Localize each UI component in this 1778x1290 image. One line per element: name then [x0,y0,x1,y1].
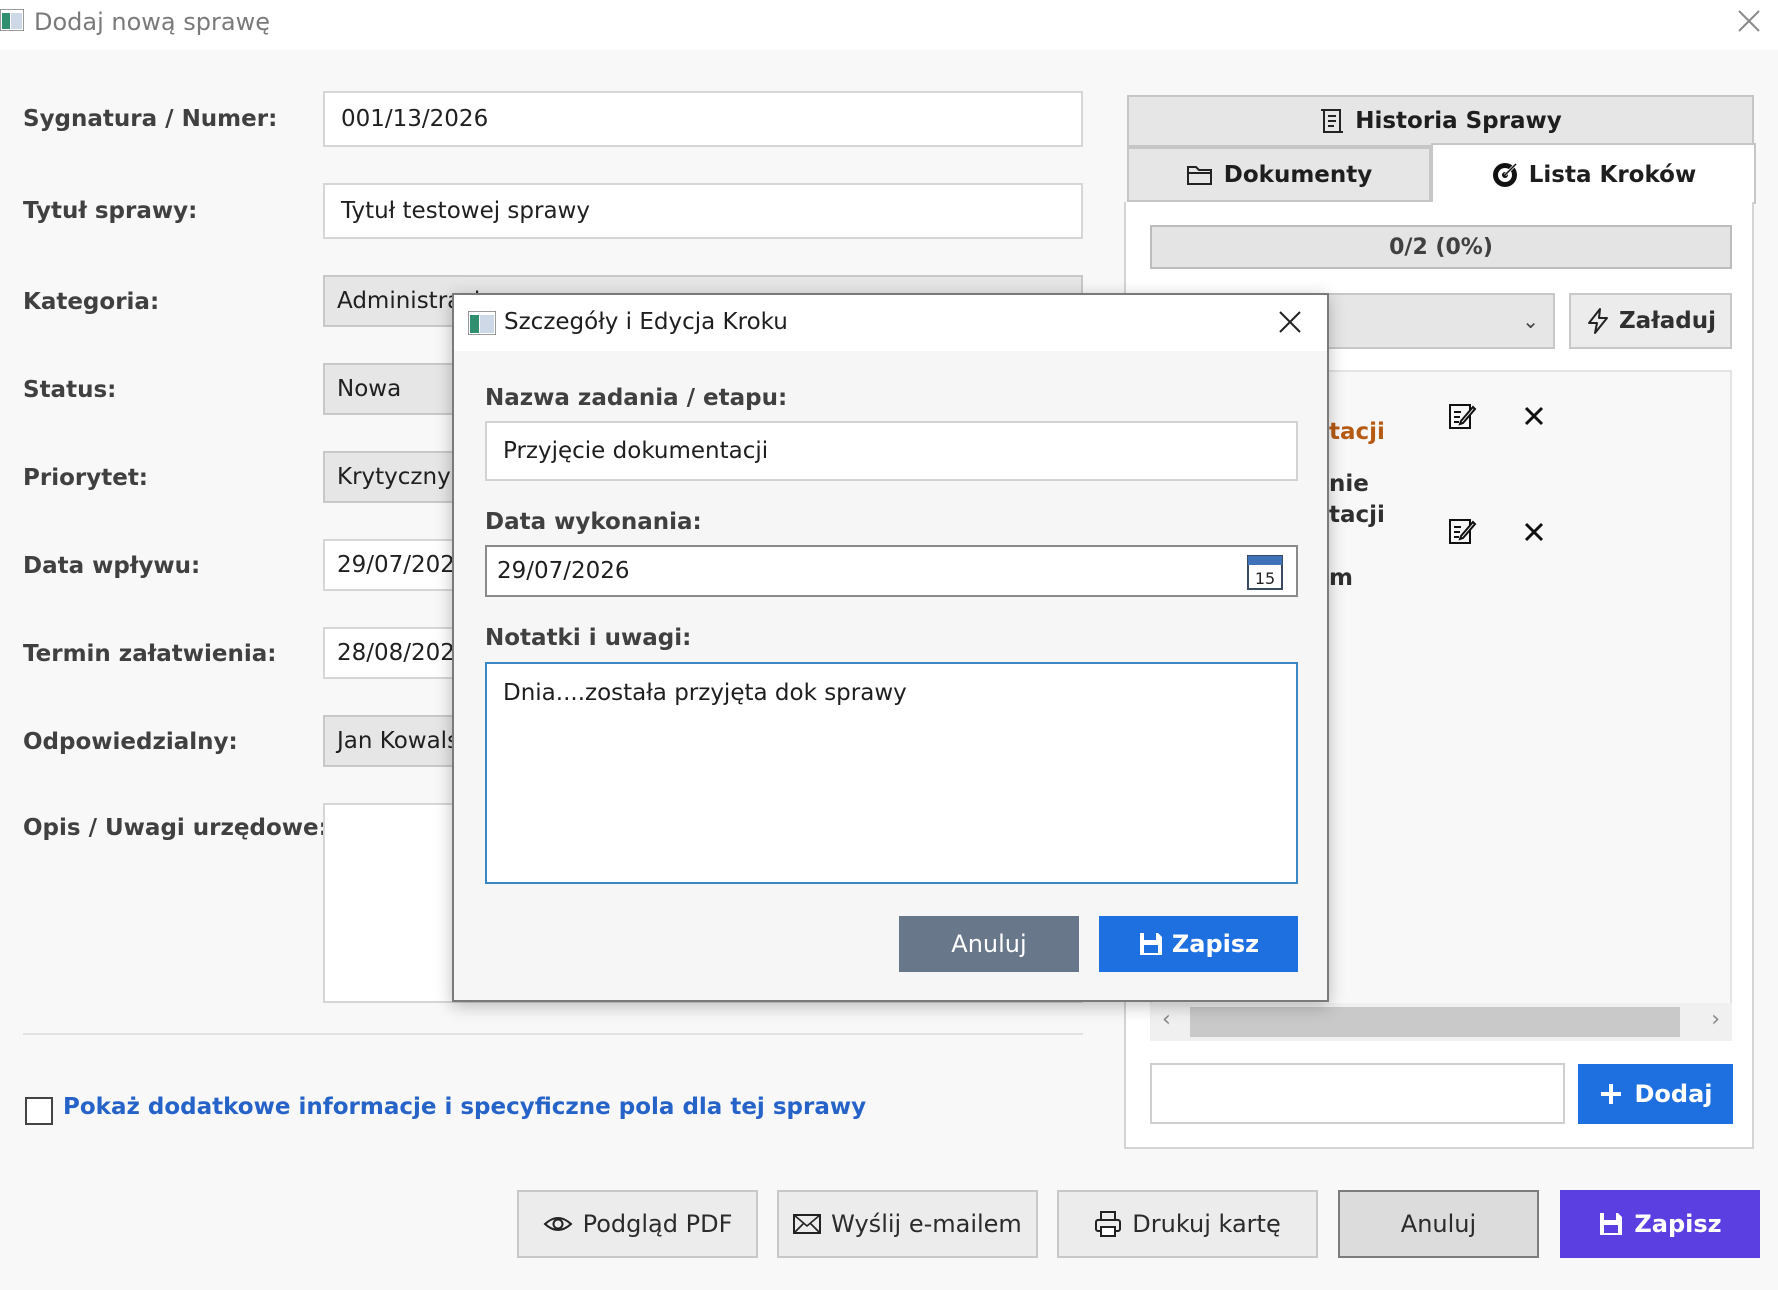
new-step-input[interactable] [1150,1063,1565,1124]
notes-remarks-value: Dnia....została przyjęta dok sprawy [503,680,907,706]
floppy-disk-icon [1139,933,1162,955]
extra-info-checkbox[interactable] [25,1097,53,1125]
step-title-fragment: nie [1329,471,1369,497]
status-value: Nowa [337,376,402,402]
print-card-button[interactable]: Drukuj kartę [1057,1190,1318,1258]
notes-remarks-textarea[interactable]: Dnia....została przyjęta dok sprawy [485,662,1298,884]
save-label: Zapisz [1634,1210,1722,1238]
deadline-label: Termin załatwienia: [23,641,277,667]
eye-icon [543,1217,573,1231]
deadline-value: 28/08/2026 [337,640,470,666]
dialog-title: Szczegóły i Edycja Kroku [504,309,788,335]
window-titlebar: Dodaj nową sprawę [0,0,1778,50]
received-date-label: Data wpływu: [23,553,201,579]
title-label: Tytuł sprawy: [23,198,198,224]
target-icon [1492,162,1517,187]
pdf-preview-button[interactable]: Podgląd PDF [517,1190,758,1258]
envelope-icon [793,1214,822,1234]
title-value: Tytuł testowej sprawy [341,198,590,224]
priority-value: Krytyczny [337,464,451,490]
completion-date-label: Data wykonania: [485,509,702,535]
received-date-value: 29/07/2026 [337,552,470,578]
signature-value: 001/13/2026 [341,106,489,132]
floppy-disk-icon [1600,1213,1623,1235]
dialog-save-label: Zapisz [1171,930,1260,958]
window-title: Dodaj nową sprawę [34,8,270,36]
cancel-button[interactable]: Anuluj [1338,1190,1539,1258]
add-step-button[interactable]: Dodaj [1578,1064,1733,1124]
dialog-titlebar: Szczegóły i Edycja Kroku [454,295,1327,351]
status-label: Status: [23,377,117,403]
dialog-close-icon[interactable] [1277,309,1303,335]
scroll-right-icon[interactable]: › [1711,1007,1720,1032]
step-edit-dialog: Szczegóły i Edycja Kroku Nazwa zadania /… [452,293,1329,1002]
load-template-label: Załaduj [1619,308,1716,334]
calendar-icon[interactable]: 15 [1246,553,1284,591]
edit-step-icon[interactable] [1447,516,1477,546]
steps-progress-text: 0/2 (0%) [1389,234,1493,260]
app-icon [0,9,24,31]
dialog-save-button[interactable]: Zapisz [1099,916,1298,972]
responsible-label: Odpowiedzialny: [23,729,238,755]
task-name-input[interactable]: Przyjęcie dokumentacji [485,421,1298,481]
print-card-label: Drukuj kartę [1132,1210,1281,1238]
notes-remarks-label: Notatki i uwagi: [485,625,692,651]
steps-progress-bar: 0/2 (0%) [1150,225,1732,269]
scroll-left-icon[interactable]: ‹ [1162,1007,1171,1032]
tab-steps-list-label: Lista Kroków [1528,161,1697,188]
notes-label: Opis / Uwagi urzędowe: [23,815,328,841]
dialog-cancel-label: Anuluj [951,930,1027,958]
tab-steps-list[interactable]: Lista Kroków [1431,143,1756,204]
title-input[interactable]: Tytuł testowej sprawy [323,183,1083,239]
category-label: Kategoria: [23,289,160,315]
tab-documents-label: Dokumenty [1223,161,1373,188]
steps-horizontal-scrollbar[interactable]: ‹ › [1150,1003,1732,1041]
signature-input[interactable]: 001/13/2026 [323,91,1083,147]
task-name-value: Przyjęcie dokumentacji [503,438,769,464]
window-close-icon[interactable] [1734,6,1764,36]
divider [23,1033,1083,1035]
delete-step-icon[interactable] [1522,404,1546,428]
completion-date-picker[interactable]: 29/07/2026 15 [485,545,1298,597]
save-button[interactable]: Zapisz [1560,1190,1760,1258]
send-email-button[interactable]: Wyślij e-mailem [777,1190,1038,1258]
cancel-label: Anuluj [1400,1210,1477,1238]
scrollbar-thumb[interactable] [1190,1007,1680,1037]
scroll-icon [1321,109,1344,133]
load-template-button[interactable]: Załaduj [1569,293,1732,349]
printer-icon [1095,1211,1122,1237]
edit-step-icon[interactable] [1447,401,1477,431]
completion-date-value: 29/07/2026 [497,558,630,584]
send-email-label: Wyślij e-mailem [831,1210,1022,1238]
tab-history-label: Historia Sprawy [1355,108,1562,134]
extra-info-checkbox-label[interactable]: Pokaż dodatkowe informacje i specyficzne… [63,1094,866,1120]
add-step-label: Dodaj [1634,1080,1713,1108]
tab-history[interactable]: Historia Sprawy [1127,95,1754,147]
plus-icon [1601,1084,1622,1104]
delete-step-icon[interactable] [1522,520,1546,544]
app-icon [468,311,496,335]
tab-documents[interactable]: Dokumenty [1127,147,1431,202]
lightning-icon [1588,308,1608,334]
task-name-label: Nazwa zadania / etapu: [485,385,788,411]
priority-label: Priorytet: [23,465,149,491]
folder-icon [1186,165,1212,185]
signature-label: Sygnatura / Numer: [23,106,278,132]
step-title-fragment: m [1329,565,1353,591]
step-title-fragment: tacji [1329,419,1385,445]
calendar-day-text: 15 [1255,569,1275,588]
dialog-cancel-button[interactable]: Anuluj [899,916,1079,972]
step-title-fragment: tacji [1329,502,1385,528]
chevron-down-icon: ⌄ [1522,309,1539,333]
pdf-preview-label: Podgląd PDF [582,1210,733,1238]
